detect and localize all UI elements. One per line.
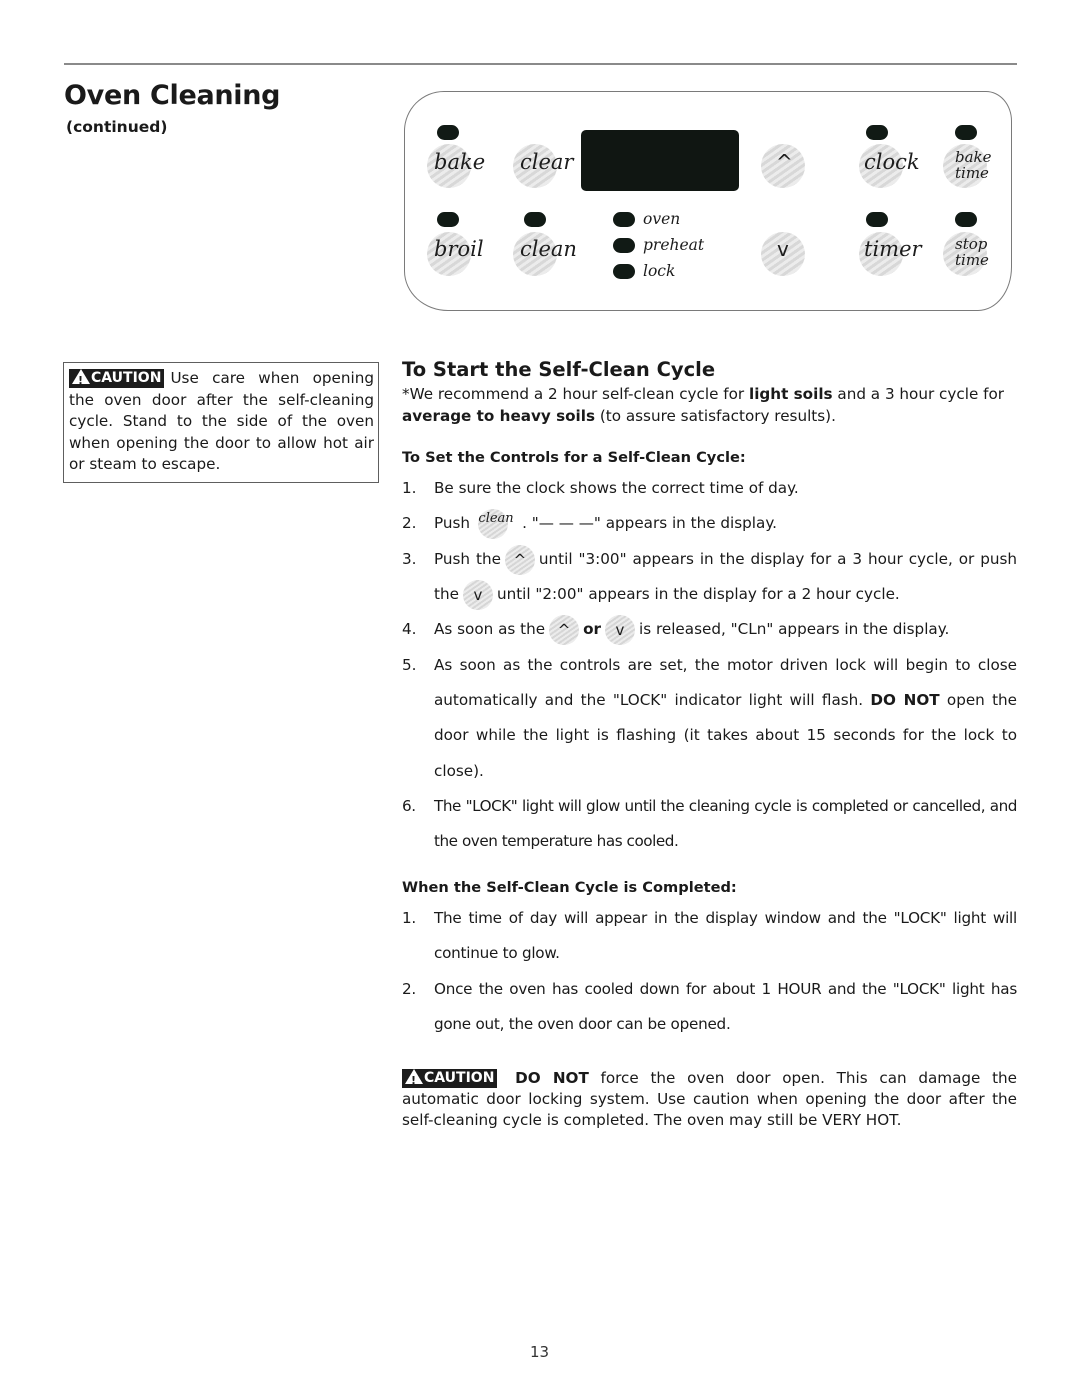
step-text-or: or	[583, 620, 601, 638]
clean-indicator-led	[524, 212, 546, 227]
up-arrow-button[interactable]: ^	[776, 150, 793, 174]
intro-bold-2: average to heavy soils	[402, 406, 596, 425]
preheat-indicator-label: preheat	[643, 236, 705, 254]
step-number: 5.	[402, 656, 417, 674]
caution-badge: ! CAUTION	[402, 1069, 498, 1088]
step-number: 2.	[402, 514, 417, 532]
step-text-pre: Push	[434, 514, 471, 532]
intro-text-3: (to assure satisfactory results).	[595, 406, 836, 425]
page-subtitle: (continued)	[66, 118, 168, 136]
section-title: To Start the Self-Clean Cycle	[402, 358, 716, 381]
set-step-5: 5. As soon as the controls are set, the …	[402, 648, 1017, 789]
step-text: The "LOCK" light will glow until the cle…	[434, 797, 1017, 851]
step-number: 2.	[402, 980, 416, 998]
step-text-post: is released, "CLn" appears in the displa…	[639, 620, 950, 638]
bake-indicator-led	[437, 125, 459, 140]
step-text: Once the oven has cooled down for about …	[434, 980, 1017, 1034]
clock-indicator-led	[866, 125, 888, 140]
step-number: 3.	[402, 550, 417, 568]
step-text-post: . "— — —" appears in the display.	[522, 514, 777, 532]
step-number: 4.	[402, 620, 417, 638]
step-text: As soon as the controls are set, the mot…	[434, 648, 1017, 789]
intro-bold-1: light soils	[749, 385, 833, 403]
step-text-pre: As soon as the	[434, 620, 546, 638]
down-arrow-button[interactable]: v	[777, 237, 789, 261]
bake-time-label-2: time	[955, 164, 989, 182]
completed-heading: When the Self-Clean Cycle is Completed:	[402, 879, 737, 896]
clean-key-label: clean	[478, 510, 514, 526]
lock-indicator-label: lock	[643, 262, 676, 280]
completed-step-2: 2. Once the oven has cooled down for abo…	[402, 972, 1017, 1042]
down-arrow-key-icon: v	[605, 614, 635, 645]
bake-button[interactable]: bake	[434, 150, 485, 174]
lock-indicator-led	[613, 264, 635, 279]
display-window	[581, 130, 739, 191]
set-step-3: 3. Push the ^ until "3:00" appears in the …	[402, 542, 1017, 612]
down-arrow-key-icon: v	[462, 579, 493, 610]
step-text: The time of day will appear in the displ…	[434, 909, 1017, 963]
caution-box-door: ! CAUTION Use care when opening the oven d…	[63, 362, 379, 483]
broil-indicator-led	[437, 212, 459, 227]
set-step-2: 2. Push clean . "— — —" appears in the dis…	[402, 506, 1017, 541]
step-text: As soon as the ^ or v is released, "CLn" app…	[434, 612, 1017, 647]
intro-text-1: *We recommend a 2 hour self-clean cycle …	[402, 385, 749, 403]
up-arrow-glyph: ^	[557, 620, 571, 639]
caution-badge-label: CAUTION	[424, 1070, 495, 1086]
up-arrow-key-icon: ^	[549, 614, 580, 645]
clean-button[interactable]: clean	[520, 237, 577, 261]
timer-indicator-led	[866, 212, 888, 227]
step-number: 1.	[402, 479, 417, 497]
caution-bold: DO NOT	[515, 1069, 589, 1087]
step-number: 6.	[402, 797, 416, 815]
down-arrow-glyph: v	[615, 620, 625, 639]
oven-indicator-label: oven	[643, 210, 681, 228]
set-step-4: 4. As soon as the ^ or v is released, "CLn" …	[402, 612, 1017, 647]
preheat-indicator-led	[613, 238, 635, 253]
bake-time-label-1: bake	[955, 148, 992, 166]
set-controls-heading: To Set the Controls for a Self-Clean Cyc…	[402, 449, 746, 466]
page-number: 13	[530, 1343, 550, 1361]
up-arrow-key-icon: ^	[504, 544, 535, 575]
warning-triangle-icon: !	[72, 369, 90, 387]
clock-button[interactable]: clock	[864, 150, 920, 174]
oven-indicator-led	[613, 212, 635, 227]
caution-door-force: ! CAUTION DO NOT force the oven door open…	[402, 1068, 1017, 1131]
bake-time-indicator-led	[955, 125, 977, 140]
stop-time-label-1: stop	[955, 235, 988, 253]
clean-key-icon: clean	[474, 508, 518, 539]
step-text: Push the ^ until "3:00" appears in the dis…	[434, 542, 1017, 612]
down-arrow-glyph: v	[473, 585, 483, 604]
up-arrow-glyph: ^	[513, 550, 527, 569]
bake-time-button[interactable]: bake time	[955, 149, 992, 181]
warning-triangle-icon: !	[405, 1069, 423, 1087]
step-text-pre: Push the	[434, 550, 501, 568]
caution-badge: ! CAUTION	[69, 369, 165, 388]
set-step-6: 6. The "LOCK" light will glow until the …	[402, 789, 1017, 859]
header-rule	[64, 63, 1017, 65]
timer-button[interactable]: timer	[864, 237, 922, 261]
broil-button[interactable]: broil	[434, 237, 484, 261]
step-text-post: until "2:00" appears in the display for …	[496, 585, 900, 604]
page-title: Oven Cleaning	[64, 80, 281, 111]
step-text: Be sure the clock shows the correct time…	[434, 479, 799, 497]
oven-control-panel: bake clear ^ clock bake time broil clean…	[404, 91, 1012, 311]
stop-time-label-2: time	[955, 251, 989, 269]
stop-time-indicator-led	[955, 212, 977, 227]
step-text: Push clean . "— — —" appears in the displa…	[434, 506, 1017, 541]
clear-button[interactable]: clear	[520, 150, 573, 174]
step-number: 1.	[402, 909, 416, 927]
completed-step-1: 1. The time of day will appear in the di…	[402, 901, 1017, 971]
intro-text-2: and a 3 hour cycle for	[832, 385, 1005, 403]
stop-time-button[interactable]: stop time	[955, 236, 989, 268]
section-intro: *We recommend a 2 hour self-clean cycle …	[402, 384, 1017, 427]
step-text-bold: DO NOT	[870, 691, 940, 710]
caution-badge-label: CAUTION	[91, 370, 162, 386]
